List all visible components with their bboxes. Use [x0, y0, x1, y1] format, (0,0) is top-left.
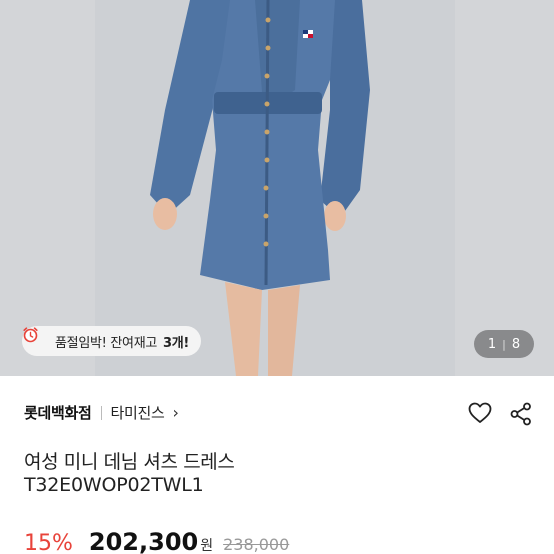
currency-unit: 원 — [200, 538, 214, 554]
image-page-counter: 1 | 8 — [474, 330, 534, 358]
product-photo — [0, 0, 554, 376]
image-counter-separator: | — [502, 337, 506, 351]
price-row: 15% 202,300 원 238,000 — [24, 528, 289, 554]
image-counter-total: 8 — [511, 336, 521, 352]
brand-row[interactable]: 롯데백화점 타미진스 › — [24, 402, 179, 423]
brand-divider — [100, 405, 102, 420]
brand-name[interactable]: 타미진스 — [111, 402, 165, 423]
product-image[interactable]: 품절임박! 잔여재고 3개! 1 | 8 — [0, 0, 554, 376]
share-icon[interactable] — [510, 402, 532, 426]
low-stock-count: 3개! — [163, 335, 190, 351]
store-name[interactable]: 롯데백화점 — [24, 402, 92, 423]
alarm-clock-icon — [23, 327, 49, 350]
chevron-right-icon[interactable]: › — [173, 403, 179, 422]
heart-icon[interactable] — [468, 402, 492, 426]
image-counter-current: 1 — [487, 336, 497, 352]
original-price: 238,000 — [223, 535, 290, 554]
product-name: 여성 미니 데님 셔츠 드레스 — [24, 451, 235, 473]
product-actions — [468, 402, 532, 426]
product-code: T32E0WOP02TWL1 — [24, 474, 204, 496]
discount-rate: 15% — [24, 531, 73, 554]
sale-price: 202,300 — [88, 528, 199, 554]
low-stock-badge: 품절임박! 잔여재고 3개! — [22, 326, 202, 356]
low-stock-text: 품절임박! 잔여재고 — [55, 335, 158, 351]
